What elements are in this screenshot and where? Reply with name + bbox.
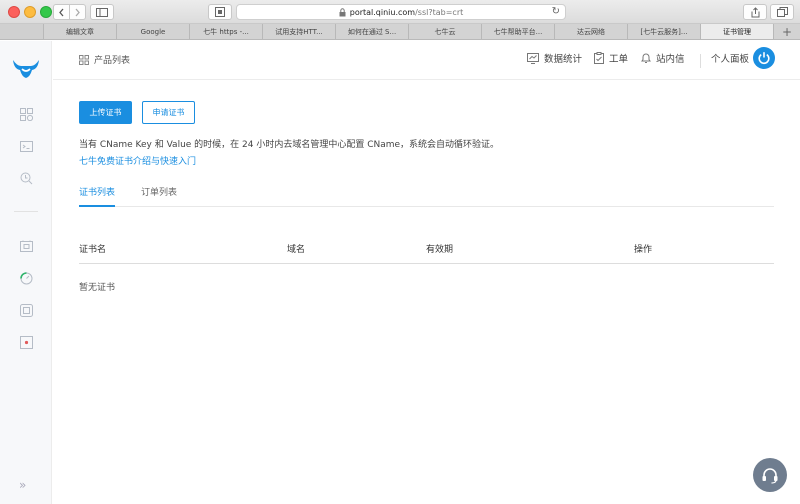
reader-button[interactable]: [208, 4, 232, 20]
browser-tab[interactable]: 达云网络: [555, 24, 628, 39]
main-content: 上传证书 申请证书 当有 CName Key 和 Value 的时候，在 24 …: [53, 81, 800, 504]
cube-icon[interactable]: [19, 303, 33, 317]
window-close-button[interactable]: [8, 6, 20, 18]
forward-button[interactable]: [69, 4, 86, 20]
sidebar-toggle-button[interactable]: [90, 4, 114, 20]
header-divider: [700, 54, 701, 68]
browser-tab[interactable]: [七牛云服务]...: [628, 24, 701, 39]
storage-icon[interactable]: [19, 239, 33, 253]
personal-panel-link[interactable]: 个人面板: [711, 51, 749, 65]
media-icon[interactable]: [19, 335, 33, 349]
reader-icon: [215, 7, 225, 17]
apply-certificate-button[interactable]: 申请证书: [142, 101, 195, 124]
new-tab-button[interactable]: +: [774, 24, 800, 39]
tab-spacer: [0, 24, 44, 39]
messages-link[interactable]: 站内信: [641, 51, 685, 65]
power-icon[interactable]: [753, 47, 775, 69]
table-header: 证书名 域名 有效期 操作: [79, 240, 774, 264]
product-list-label: 产品列表: [94, 56, 131, 66]
browser-toolbar: portal.qiniu.com/ssl?tab=crt ↻: [0, 0, 800, 24]
url-path: /ssl?tab=crt: [415, 7, 464, 17]
browser-tab[interactable]: 试用支持HTT...: [263, 24, 336, 39]
chevron-right-icon: [75, 8, 80, 16]
upload-certificate-button[interactable]: 上传证书: [79, 101, 132, 124]
column-validity: 有效期: [426, 245, 454, 255]
apps-icon[interactable]: [19, 107, 33, 121]
column-domain: 域名: [287, 245, 306, 255]
chart-icon: [527, 52, 539, 64]
stats-link[interactable]: 数据统计: [527, 51, 582, 65]
sidebar-icon: [96, 7, 108, 17]
browser-tab[interactable]: 七牛 https -...: [190, 24, 263, 39]
lock-icon: [339, 7, 346, 16]
window-zoom-button[interactable]: [40, 6, 52, 18]
browser-tab[interactable]: 如何在通过 S...: [336, 24, 409, 39]
personal-panel-label: 个人面板: [711, 54, 750, 65]
rail-divider: [14, 211, 38, 212]
address-bar[interactable]: portal.qiniu.com/ssl?tab=crt ↻: [236, 4, 566, 20]
tab-order-list[interactable]: 订单列表: [141, 185, 177, 207]
top-header: 产品列表 数据统计 工单 站内信 个人面板: [53, 41, 800, 80]
grid-icon: [79, 54, 89, 65]
expand-icon[interactable]: »: [19, 478, 26, 492]
ticket-link[interactable]: 工单: [594, 51, 628, 65]
reload-icon[interactable]: ↻: [552, 6, 560, 17]
search-doc-icon[interactable]: [19, 171, 33, 185]
column-cert-name: 证书名: [79, 245, 107, 255]
chevron-left-icon: [59, 8, 64, 16]
cdn-icon[interactable]: [19, 271, 33, 285]
tabs-overview-icon: [776, 7, 788, 17]
tab-bar: 编辑文章 Google 七牛 https -... 试用支持HTT... 如何在…: [0, 24, 800, 40]
cname-notice: 当有 CName Key 和 Value 的时候，在 24 小时内去域名管理中心…: [79, 140, 500, 150]
free-cert-guide-link[interactable]: 七牛免费证书介绍与快速入门: [79, 154, 196, 167]
url-host: portal.qiniu.com: [349, 7, 416, 17]
ticket-label: 工单: [609, 54, 629, 65]
stats-label: 数据统计: [544, 54, 583, 65]
empty-state-text: 暂无证书: [79, 283, 116, 293]
terminal-icon[interactable]: [19, 139, 33, 153]
browser-tab[interactable]: Google: [117, 24, 190, 39]
show-tabs-button[interactable]: [770, 4, 794, 20]
browser-tab[interactable]: 七牛云: [409, 24, 482, 39]
clipboard-icon: [594, 52, 604, 64]
messages-label: 站内信: [656, 54, 685, 65]
cert-tabs: 证书列表 订单列表: [79, 185, 774, 207]
product-list-menu[interactable]: 产品列表: [79, 53, 130, 66]
back-button[interactable]: [53, 4, 70, 20]
headset-icon[interactable]: [753, 458, 787, 492]
browser-tab[interactable]: 编辑文章: [44, 24, 117, 39]
browser-tab[interactable]: 七牛帮助平台...: [482, 24, 555, 39]
window-minimize-button[interactable]: [24, 6, 36, 18]
bell-icon: [641, 53, 651, 63]
share-button[interactable]: [743, 4, 767, 20]
column-actions: 操作: [634, 245, 653, 255]
browser-tab-active[interactable]: 证书管理: [701, 24, 774, 39]
share-icon: [751, 6, 759, 17]
app-sidebar: »: [0, 41, 52, 504]
qiniu-logo-icon[interactable]: [11, 57, 41, 81]
tab-certificate-list[interactable]: 证书列表: [79, 185, 115, 207]
